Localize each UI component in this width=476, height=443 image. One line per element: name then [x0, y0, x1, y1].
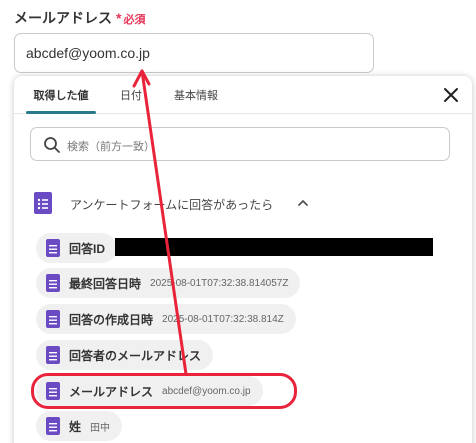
email-input[interactable]: abcdef@yoom.co.jp: [14, 33, 374, 73]
required-text: 必須: [123, 14, 146, 26]
field-label-text: メールアドレス: [14, 10, 112, 26]
google-form-icon: [46, 346, 60, 364]
chip-value: 2025-08-01T07:32:38.814Z: [162, 313, 284, 325]
chip-label: 回答の作成日時: [69, 312, 154, 327]
search-input[interactable]: 検索（前方一致）: [67, 138, 155, 154]
chip-label: 最終回答日時: [69, 276, 142, 291]
required-star: *: [116, 10, 122, 26]
chevron-up-icon[interactable]: [296, 196, 310, 210]
google-form-icon: [46, 310, 60, 328]
chip-label: 姓: [69, 419, 82, 434]
chip-value: 2025-08-01T07:32:38.814057Z: [150, 277, 289, 289]
value-picker-panel: 取得した値 日付 基本情報 検索（前方一致） アンケートフォームに回答があったら…: [14, 76, 472, 443]
google-form-icon: [46, 239, 60, 257]
google-form-icon: [34, 192, 52, 214]
redacted-value: [115, 238, 433, 256]
chip-created-time[interactable]: 回答の作成日時 2025-08-01T07:32:38.814Z: [36, 304, 296, 334]
search-box[interactable]: 検索（前方一致）: [30, 127, 450, 161]
chip-respondent-email[interactable]: 回答者のメールアドレス: [36, 340, 214, 370]
tab-date[interactable]: 日付: [120, 87, 142, 103]
tab-bar: 取得した値 日付 基本情報: [14, 76, 472, 114]
google-form-icon: [46, 417, 60, 435]
google-form-icon: [46, 274, 60, 292]
chip-label: 回答ID: [69, 241, 106, 256]
tab-retrieved-values[interactable]: 取得した値: [28, 87, 94, 103]
required-badge: * 必須: [116, 10, 146, 26]
active-tab-indicator: [26, 111, 96, 114]
form-trigger-group[interactable]: アンケートフォームに回答があったら: [34, 192, 334, 216]
chip-last-name[interactable]: 姓 田中: [36, 411, 123, 441]
chip-response-id[interactable]: 回答ID: [36, 233, 118, 263]
chip-value: 田中: [90, 422, 111, 434]
annotation-highlight: [31, 373, 297, 409]
group-title: アンケートフォームに回答があったら: [70, 198, 274, 212]
search-icon: [44, 137, 60, 153]
tab-basic-info[interactable]: 基本情報: [174, 87, 218, 103]
chip-label: 回答者のメールアドレス: [69, 348, 202, 363]
chip-last-response-time[interactable]: 最終回答日時 2025-08-01T07:32:38.814057Z: [36, 268, 301, 298]
field-label: メールアドレス * 必須: [14, 8, 145, 28]
close-icon[interactable]: [440, 84, 462, 106]
